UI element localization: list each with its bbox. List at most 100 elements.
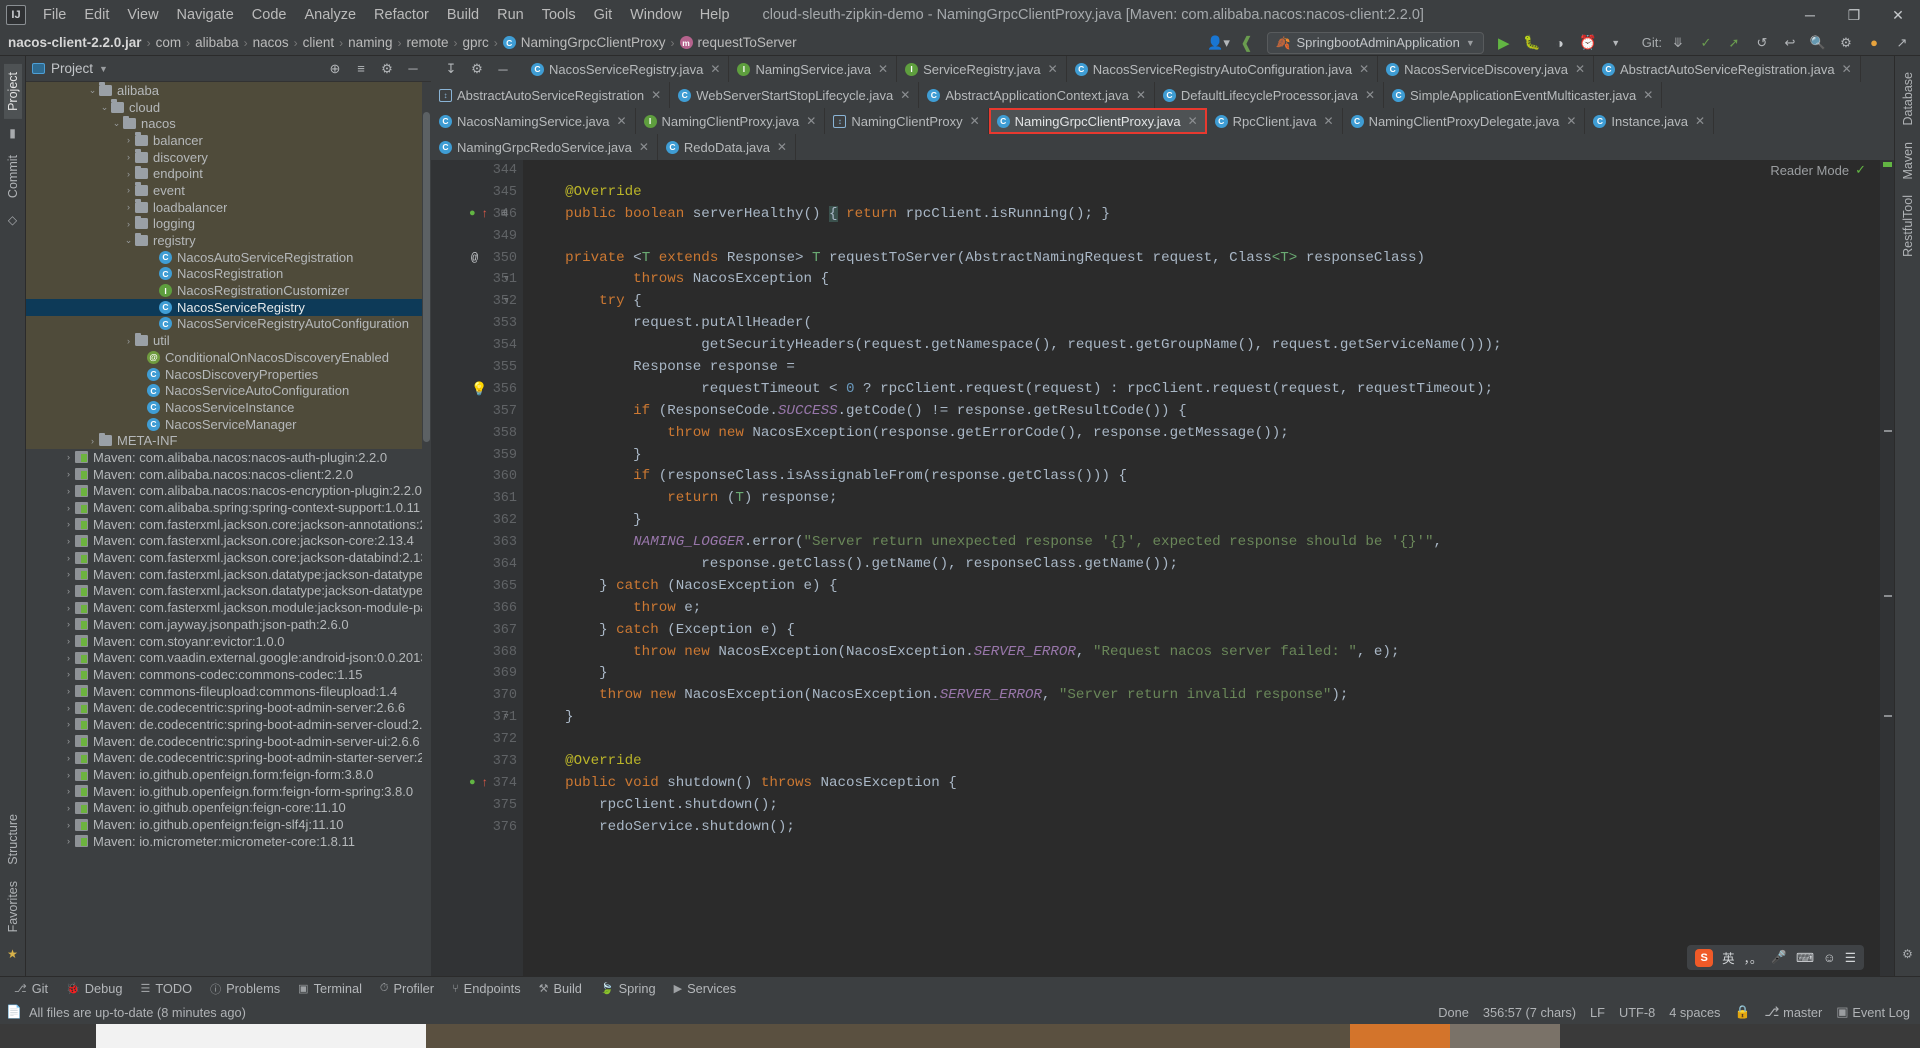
chevron-right-icon[interactable]: ›	[122, 169, 135, 179]
chevron-right-icon[interactable]: ›	[62, 753, 75, 763]
close-tab-icon[interactable]: ✕	[970, 114, 980, 128]
ime-punctuation-icon[interactable]: ，。	[1744, 948, 1763, 967]
bottom-tab-problems[interactable]: ⓘ Problems	[202, 979, 288, 999]
fold-expand-icon[interactable]: ⊞	[501, 204, 508, 226]
breadcrumb-item-remote[interactable]: remote	[406, 35, 448, 50]
tree-node[interactable]: › Maven: com.vaadin.external.google:andro…	[26, 649, 431, 666]
bottom-tab-todo[interactable]: ☰ TODO	[132, 979, 200, 998]
implementing-method-icon[interactable]: ●	[469, 204, 476, 226]
editor-settings-icon[interactable]: ⚙	[465, 58, 489, 80]
chevron-right-icon[interactable]: ›	[122, 185, 135, 195]
tree-node[interactable]: › Maven: io.github.openfeign:feign-core:1…	[26, 800, 431, 817]
gutter-line[interactable]: 355	[431, 357, 523, 379]
code-line[interactable]: @Override	[531, 751, 1880, 773]
code-line[interactable]: }	[531, 510, 1880, 532]
breadcrumb-item-requesttoserver[interactable]: m requestToServer	[679, 35, 797, 50]
chevron-right-icon[interactable]: ›	[62, 603, 75, 613]
close-tab-icon[interactable]: ✕	[651, 88, 661, 102]
bottom-tab-git[interactable]: ⎇ Git	[6, 979, 56, 998]
maximize-button[interactable]: ❐	[1832, 0, 1876, 30]
sidebar-item-database[interactable]: Database	[1899, 64, 1917, 134]
chevron-right-icon[interactable]: ›	[62, 736, 75, 746]
ime-keyboard-icon[interactable]: ⌨	[1796, 950, 1814, 965]
gutter-line[interactable]: 372	[431, 729, 523, 751]
code-line[interactable]: public void shutdown() throws NacosExcep…	[531, 773, 1880, 795]
editor-tab[interactable]: C DefaultLifecycleProcessor.java ✕	[1154, 82, 1385, 108]
git-rollback-icon[interactable]: ↩	[1778, 32, 1802, 54]
tree-node[interactable]: › Maven: com.stoyanr:evictor:1.0.0	[26, 633, 431, 650]
gutter-line[interactable]: 💡 356	[431, 379, 523, 401]
breadcrumb-item-com[interactable]: com	[156, 35, 182, 50]
tree-node[interactable]: ⌄ alibaba	[26, 82, 431, 99]
close-tab-icon[interactable]: ✕	[806, 114, 816, 128]
editor-tab[interactable]: I NamingClientProxy.java ✕	[635, 108, 826, 134]
tree-node[interactable]: › util	[26, 332, 431, 349]
menu-item-help[interactable]: Help	[691, 4, 739, 26]
chevron-right-icon[interactable]: ›	[122, 219, 135, 229]
editor-tab[interactable]: C AbstractApplicationContext.java ✕	[919, 82, 1155, 108]
gutter-line[interactable]: 357	[431, 401, 523, 423]
gutter-line[interactable]: 370	[431, 685, 523, 707]
gutter-line[interactable]: 375	[431, 795, 523, 817]
chevron-right-icon[interactable]: ›	[86, 436, 99, 446]
tree-node[interactable]: › balancer	[26, 132, 431, 149]
menu-item-run[interactable]: Run	[488, 4, 533, 26]
breadcrumb-item-alibaba[interactable]: alibaba	[195, 35, 239, 50]
gutter-line[interactable]: 373	[431, 751, 523, 773]
tree-node[interactable]: › Maven: com.alibaba.nacos:nacos-encrypti…	[26, 483, 431, 500]
chevron-right-icon[interactable]: ›	[62, 486, 75, 496]
editor-tab[interactable]: C WebServerStartStopLifecycle.java ✕	[670, 82, 920, 108]
run-button[interactable]: ▶	[1492, 32, 1516, 54]
ime-emoji-icon[interactable]: ☺	[1823, 951, 1836, 965]
tree-node[interactable]: › Maven: com.alibaba.nacos:nacos-auth-plu…	[26, 449, 431, 466]
gutter-line[interactable]: 349	[431, 226, 523, 248]
implementing-method-icon[interactable]: ●	[469, 773, 476, 795]
chevron-right-icon[interactable]: ›	[122, 152, 135, 162]
chevron-right-icon[interactable]: ›	[62, 820, 75, 830]
ime-toolbar[interactable]: S 英 ，。 🎤 ⌨ ☺ ☰	[1687, 945, 1864, 970]
gutter-line[interactable]: 376	[431, 817, 523, 839]
background-task-status[interactable]: Done	[1438, 1005, 1469, 1020]
taskbar-window-highlight[interactable]	[1350, 1024, 1450, 1048]
chevron-right-icon[interactable]: ›	[122, 336, 135, 346]
notifications-icon[interactable]: ●	[1862, 32, 1886, 54]
chevron-right-icon[interactable]: ›	[62, 653, 75, 663]
close-tab-icon[interactable]: ✕	[1566, 114, 1576, 128]
gutter-line[interactable]: 361	[431, 488, 523, 510]
sidebar-item-maven[interactable]: Maven	[1899, 134, 1917, 188]
bottom-tab-profiler[interactable]: ⏱ Profiler	[372, 979, 442, 998]
breadcrumb-item-gprc[interactable]: gprc	[462, 35, 488, 50]
code-line[interactable]: Response response =	[531, 357, 1880, 379]
debug-button[interactable]: 🐛	[1520, 32, 1544, 54]
gutter-line[interactable]: 366	[431, 598, 523, 620]
editor-tab[interactable]: I ServiceRegistry.java ✕	[897, 56, 1067, 82]
fold-region-icon[interactable]: ▿	[503, 707, 510, 729]
taskbar-window-group[interactable]	[426, 1024, 1350, 1048]
chevron-right-icon[interactable]: ›	[62, 536, 75, 546]
code-line[interactable]: return (T) response;	[531, 488, 1880, 510]
chevron-right-icon[interactable]: ›	[62, 803, 75, 813]
line-separator[interactable]: LF	[1590, 1005, 1605, 1020]
tree-node[interactable]: › Maven: commons-fileupload:commons-fileu…	[26, 683, 431, 700]
select-opened-file-icon[interactable]: ↧	[439, 58, 463, 80]
tree-node[interactable]: › Maven: com.fasterxml.jackson.core:jacks…	[26, 533, 431, 550]
gutter-line[interactable]: ● ↑ 374	[431, 773, 523, 795]
breadcrumb-item-naminggrpcclientproxy[interactable]: C NamingGrpcClientProxy	[502, 35, 666, 50]
editor-tab[interactable]: I NamingService.java ✕	[729, 56, 898, 82]
project-tree[interactable]: ⌄ alibaba ⌄ cloud ⌄ nacos › balancer › discovery ›…	[26, 82, 431, 976]
code-line[interactable]: NAMING_LOGGER.error("Server return unexp…	[531, 532, 1880, 554]
file-encoding[interactable]: UTF-8	[1619, 1005, 1655, 1020]
ime-lang-toggle[interactable]: 英	[1722, 948, 1735, 967]
code-line[interactable]	[531, 729, 1880, 751]
tree-node[interactable]: C NacosServiceManager	[26, 415, 431, 433]
indent-setting[interactable]: 4 spaces	[1669, 1005, 1720, 1020]
close-tab-icon[interactable]: ✕	[878, 62, 888, 76]
tree-node[interactable]: › event	[26, 182, 431, 199]
project-tree-scrollbar[interactable]	[422, 82, 431, 976]
menu-item-window[interactable]: Window	[621, 4, 691, 26]
locate-file-icon[interactable]: ⊕	[323, 58, 347, 80]
chevron-down-icon[interactable]: ⌄	[98, 102, 111, 113]
menu-item-git[interactable]: Git	[585, 4, 622, 26]
scroll-thumb[interactable]	[423, 112, 430, 442]
git-commit-icon[interactable]: ✓	[1694, 32, 1718, 54]
